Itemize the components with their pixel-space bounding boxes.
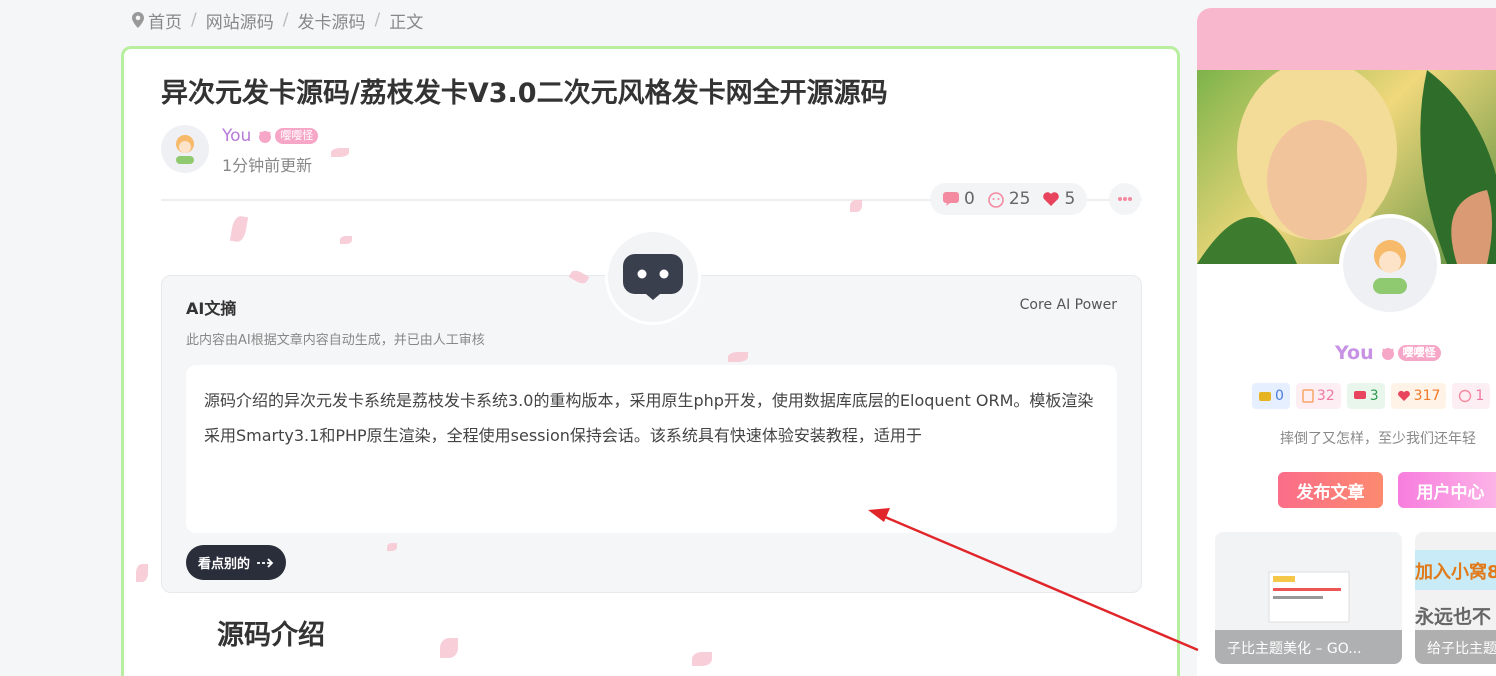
- ai-summary-title: AI文摘: [186, 299, 237, 318]
- sidebar-badge: 嘤嘤怪: [1380, 344, 1441, 362]
- like-stat[interactable]: 25: [987, 189, 1031, 209]
- breadcrumb-separator: /: [282, 10, 289, 30]
- heart-icon: [1043, 192, 1060, 206]
- cat-badge-icon: [1381, 348, 1394, 360]
- updated-time: 1分钟前更新: [222, 156, 313, 175]
- petal-decoration: [850, 200, 862, 212]
- cat-badge-icon: [259, 131, 272, 143]
- wallet-icon: [1259, 392, 1271, 401]
- coin-stat[interactable]: 0: [1252, 383, 1290, 409]
- ai-summary-content: 源码介绍的异次元发卡系统是荔枝发卡系统3.0的重构版本，采用原生php开发，使用…: [186, 365, 1117, 533]
- petal-decoration: [340, 236, 352, 244]
- author-name-text: You: [222, 126, 252, 146]
- heart-icon: [1397, 390, 1410, 401]
- related-post-title: 子比主题美化 – GO...: [1215, 630, 1402, 664]
- see-other-label: 看点别的: [198, 557, 251, 572]
- likes-stat[interactable]: 317: [1390, 383, 1447, 409]
- breadcrumb-card-source[interactable]: 发卡源码: [297, 8, 365, 33]
- page-title: 异次元发卡源码/荔枝发卡V3.0二次元风格发卡网全开源源码: [161, 78, 888, 109]
- related-post-title: 给子比主题: [1415, 630, 1496, 664]
- avatar-character-icon: [1373, 240, 1407, 294]
- location-pin-icon: [132, 12, 144, 28]
- petal-decoration: [331, 148, 349, 157]
- section-heading: 源码介绍: [217, 620, 325, 651]
- favorite-stat[interactable]: 5: [1042, 189, 1075, 209]
- profile-sidebar: You 嘤嘤怪 0 32 3 317 1 摔倒了又怎样，至少我们还年轻 发布文章…: [1197, 8, 1496, 676]
- comment-stat[interactable]: 0: [942, 189, 975, 209]
- sidebar-username-text: You: [1335, 342, 1374, 364]
- breadcrumb-separator: /: [191, 10, 197, 30]
- article-card: 异次元发卡源码/荔枝发卡V3.0二次元风格发卡网全开源源码 You 嘤嘤怪 1分…: [121, 46, 1180, 676]
- comments-stat[interactable]: 3: [1346, 383, 1385, 409]
- related-post-card[interactable]: 子比主题美化 – GO...: [1215, 532, 1402, 664]
- author-avatar[interactable]: [161, 125, 209, 173]
- see-other-button[interactable]: 看点别的: [186, 545, 287, 580]
- comment-icon: [943, 192, 959, 206]
- like-face-icon: [988, 192, 1004, 208]
- more-dots-icon: [1118, 197, 1132, 201]
- favorite-count: 5: [1064, 189, 1076, 209]
- profile-banner-image: [1197, 60, 1496, 264]
- ai-summary-subtitle: 此内容由AI根据文章内容自动生成，并已由人工审核: [186, 333, 485, 348]
- sidebar-username[interactable]: You 嘤嘤怪: [1335, 342, 1441, 364]
- thumb-caption-text: 永远也不: [1415, 606, 1492, 628]
- document-icon: [1302, 389, 1314, 403]
- user-center-button[interactable]: 用户中心: [1398, 472, 1496, 508]
- avatar-character-icon: [176, 135, 194, 164]
- breadcrumb-home[interactable]: 首页: [148, 8, 182, 33]
- comment-count: 0: [964, 189, 975, 209]
- petal-decoration: [387, 543, 397, 551]
- sidebar-name-tag: 嘤嘤怪: [1397, 345, 1441, 361]
- petal-decoration: [728, 352, 748, 362]
- fans-count: 1: [1475, 388, 1485, 404]
- petal-decoration: [136, 564, 148, 582]
- breadcrumb-separator: /: [374, 10, 381, 30]
- thumb-banner-text: 加入小窝8: [1415, 550, 1496, 590]
- sidebar-stats: 0 32 3 317 1: [1252, 383, 1491, 409]
- user-motto: 摔倒了又怎样，至少我们还年轻: [1280, 431, 1476, 447]
- author-name[interactable]: You 嘤嘤怪: [222, 126, 319, 146]
- author-tag: 嘤嘤怪: [275, 128, 319, 144]
- smile-face-icon: [1459, 389, 1472, 403]
- breadcrumb-current: 正文: [389, 12, 424, 33]
- breadcrumb-site-source[interactable]: 网站源码: [206, 8, 274, 33]
- fans-stat[interactable]: 1: [1452, 383, 1491, 409]
- ai-power-label: Core AI Power: [1019, 297, 1117, 313]
- post-count: 32: [1316, 388, 1335, 404]
- breadcrumb: 首页 / 网站源码 / 发卡源码 / 正文: [132, 8, 424, 33]
- publish-post-button[interactable]: 发布文章: [1278, 472, 1383, 508]
- petal-decoration: [692, 652, 712, 666]
- petal-decoration: [440, 638, 458, 658]
- comment-count: 3: [1369, 388, 1379, 404]
- sidebar-avatar[interactable]: [1339, 214, 1441, 316]
- more-options-button[interactable]: [1109, 183, 1141, 215]
- ai-robot-icon: [605, 229, 701, 325]
- comment-icon: [1353, 391, 1366, 399]
- cat-ear-decoration: [1197, 8, 1496, 70]
- post-stats: 0 25 5: [930, 183, 1088, 215]
- related-post-card[interactable]: 加入小窝8 永远也不 给子比主题: [1415, 532, 1496, 664]
- like-count: 317: [1413, 388, 1441, 404]
- coin-count: 0: [1275, 388, 1284, 404]
- like-count: 25: [1008, 189, 1031, 209]
- posts-stat[interactable]: 32: [1295, 383, 1341, 409]
- arrow-right-icon: [257, 557, 274, 568]
- author-badge: 嘤嘤怪: [257, 127, 319, 145]
